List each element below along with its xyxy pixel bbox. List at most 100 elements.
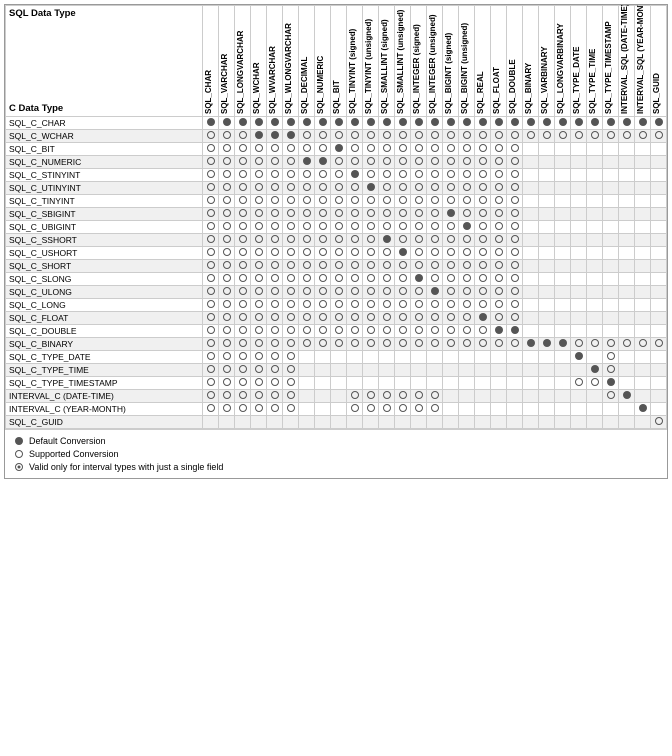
cell-6-2 — [235, 195, 251, 208]
cell-3-22 — [555, 156, 571, 169]
row-label-11: SQL_C_SHORT — [6, 260, 203, 273]
empty-cell — [559, 157, 567, 165]
cell-8-4 — [267, 221, 283, 234]
empty-cell — [639, 287, 647, 295]
open-circle — [319, 183, 327, 191]
open-circle — [239, 222, 247, 230]
open-circle — [287, 196, 295, 204]
cell-20-11 — [379, 377, 395, 390]
open-circle — [399, 326, 407, 334]
empty-cell — [655, 274, 663, 282]
col-header-26: INTERVAL_SQL (DATE-TIME) — [619, 6, 635, 117]
cell-11-1 — [219, 260, 235, 273]
open-circle — [415, 261, 423, 269]
cell-7-20 — [523, 208, 539, 221]
col-header-4: SQL_WVARCHAR — [267, 6, 283, 117]
empty-cell — [543, 157, 551, 165]
cell-3-4 — [267, 156, 283, 169]
open-circle — [335, 209, 343, 217]
cell-23-8 — [331, 416, 347, 429]
cell-1-20 — [523, 130, 539, 143]
cell-22-9 — [347, 403, 363, 416]
legend-filled: Default Conversion — [15, 436, 657, 446]
cell-16-0 — [203, 325, 219, 338]
open-circle — [335, 222, 343, 230]
cell-9-2 — [235, 234, 251, 247]
open-circle — [223, 209, 231, 217]
filled-circle — [495, 118, 503, 126]
cell-16-2 — [235, 325, 251, 338]
cell-0-21 — [539, 117, 555, 130]
cell-9-19 — [507, 234, 523, 247]
open-circle — [495, 131, 503, 139]
cell-16-22 — [555, 325, 571, 338]
cell-2-1 — [219, 143, 235, 156]
filled-circle — [527, 118, 535, 126]
open-circle — [319, 300, 327, 308]
cell-17-17 — [475, 338, 491, 351]
empty-cell — [559, 313, 567, 321]
open-circle — [415, 235, 423, 243]
cell-8-1 — [219, 221, 235, 234]
cell-19-1 — [219, 364, 235, 377]
cell-9-12 — [395, 234, 411, 247]
empty-cell — [575, 417, 583, 425]
empty-cell — [271, 417, 279, 425]
cell-5-11 — [379, 182, 395, 195]
open-circle — [495, 170, 503, 178]
cell-11-0 — [203, 260, 219, 273]
cell-21-11 — [379, 390, 395, 403]
open-circle — [399, 183, 407, 191]
cell-14-2 — [235, 299, 251, 312]
cell-7-24 — [587, 208, 603, 221]
empty-cell — [447, 365, 455, 373]
cell-22-3 — [251, 403, 267, 416]
empty-cell — [607, 417, 615, 425]
cell-10-26 — [619, 247, 635, 260]
cell-14-26 — [619, 299, 635, 312]
open-circle — [479, 274, 487, 282]
cell-8-14 — [427, 221, 443, 234]
empty-cell — [623, 300, 631, 308]
empty-cell — [543, 352, 551, 360]
empty-cell — [463, 417, 471, 425]
cell-3-3 — [251, 156, 267, 169]
cell-2-12 — [395, 143, 411, 156]
cell-15-2 — [235, 312, 251, 325]
cell-12-2 — [235, 273, 251, 286]
cell-12-17 — [475, 273, 491, 286]
cell-3-9 — [347, 156, 363, 169]
empty-cell — [559, 248, 567, 256]
cell-0-26 — [619, 117, 635, 130]
empty-cell — [447, 391, 455, 399]
col-header-9: SQL_TINYINT (signed) — [347, 6, 363, 117]
cell-19-24 — [587, 364, 603, 377]
cell-1-9 — [347, 130, 363, 143]
open-circle — [591, 339, 599, 347]
cell-17-7 — [315, 338, 331, 351]
cell-5-2 — [235, 182, 251, 195]
empty-cell — [575, 404, 583, 412]
cell-6-28 — [651, 195, 667, 208]
col-header-13: SQL_INTEGER (signed) — [411, 6, 427, 117]
open-circle — [239, 209, 247, 217]
cell-4-3 — [251, 169, 267, 182]
filled-circle — [607, 118, 615, 126]
col-header-0: SQL_CHAR — [203, 6, 219, 117]
open-circle — [495, 313, 503, 321]
row-label-12: SQL_C_SLONG — [6, 273, 203, 286]
empty-cell — [623, 209, 631, 217]
open-circle — [287, 352, 295, 360]
cell-0-7 — [315, 117, 331, 130]
open-circle — [303, 300, 311, 308]
cell-5-25 — [603, 182, 619, 195]
empty-cell — [479, 352, 487, 360]
open-circle — [287, 404, 295, 412]
cell-19-19 — [507, 364, 523, 377]
cell-9-16 — [459, 234, 475, 247]
empty-cell — [527, 352, 535, 360]
cell-19-6 — [299, 364, 315, 377]
table-container[interactable]: SQL Data Type C Data Type SQL_CHARSQL_VA… — [5, 5, 667, 429]
open-circle — [287, 300, 295, 308]
open-circle — [319, 170, 327, 178]
